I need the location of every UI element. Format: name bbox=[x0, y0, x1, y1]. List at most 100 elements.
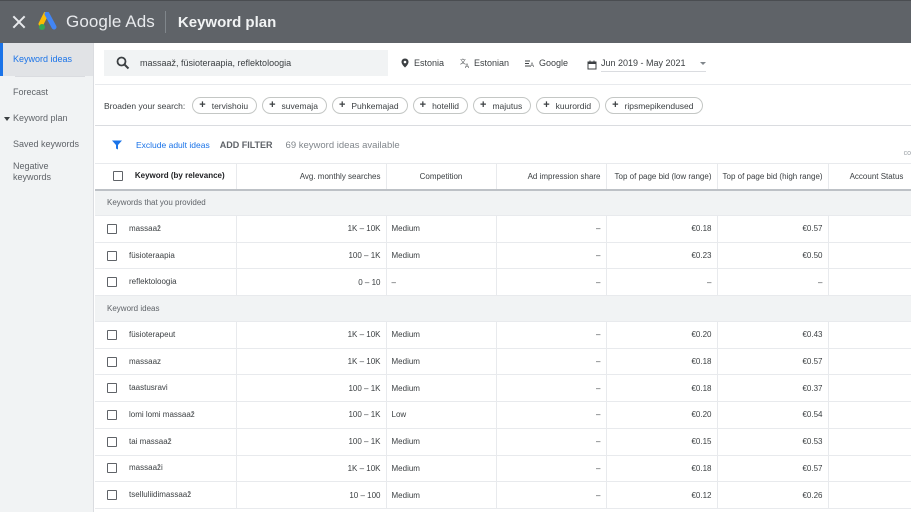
location-selector[interactable]: Estonia bbox=[400, 58, 444, 68]
bid-high-cell: €0.37 bbox=[717, 374, 829, 403]
network-label: Google bbox=[539, 58, 569, 68]
broaden-chip[interactable]: + tervishoiu bbox=[192, 97, 258, 114]
avg-monthly-searches-cell: 1K – 10K bbox=[236, 348, 387, 376]
row-checkbox[interactable] bbox=[107, 463, 117, 474]
table-row[interactable]: füsioteraapia 100 – 1K Medium – €0.23 €0.50 bbox=[95, 242, 911, 270]
row-checkbox[interactable] bbox=[107, 356, 117, 367]
competition-cell: Medium bbox=[386, 428, 497, 456]
bid-high-cell: €0.57 bbox=[717, 455, 829, 483]
keyword-cell: reflektoloogia bbox=[95, 268, 237, 297]
row-checkbox[interactable] bbox=[107, 329, 117, 340]
keyword-text: füsioteraapia bbox=[129, 250, 175, 260]
column-header-bid-high[interactable]: Top of page bid (high range) bbox=[717, 163, 829, 191]
column-header-bid-low[interactable]: Top of page bid (low range) bbox=[606, 163, 718, 191]
keyword-cell: füsioterapeut bbox=[95, 321, 237, 349]
bid-high-cell: €0.57 bbox=[717, 215, 829, 243]
plus-icon: + bbox=[480, 99, 487, 111]
broaden-chip[interactable]: + hotellid bbox=[412, 97, 469, 114]
avg-monthly-searches-cell: 1K – 10K bbox=[236, 321, 387, 349]
broaden-chip[interactable]: + majutus bbox=[473, 97, 532, 114]
table-row[interactable]: tselluliidimassaaž 10 – 100 Medium – €0.12 €0… bbox=[95, 481, 911, 509]
bid-low-cell: €0.18 bbox=[606, 215, 718, 243]
plus-icon: + bbox=[612, 99, 619, 111]
table-row[interactable]: massaaži 1K – 10K Medium – €0.18 €0.57 bbox=[95, 455, 911, 483]
keyword-ideas-count: 69 keyword ideas available bbox=[285, 139, 400, 151]
language-selector[interactable]: 文A Estonian bbox=[460, 58, 509, 68]
ad-impression-share-cell: – bbox=[496, 428, 607, 456]
language-label: Estonian bbox=[474, 58, 510, 68]
broaden-chip[interactable]: + kuurordid bbox=[536, 97, 601, 114]
main-content: massaaž, füsioteraapia, reflektoloogia E… bbox=[95, 43, 911, 512]
select-all-checkbox[interactable] bbox=[112, 171, 123, 182]
account-status-cell bbox=[828, 268, 911, 297]
account-status-cell bbox=[828, 321, 911, 349]
avg-monthly-searches-cell: 100 – 1K bbox=[236, 242, 387, 270]
date-range-selector[interactable]: Jun 2019 - May 2021 bbox=[587, 58, 706, 72]
columns-truncated-label: co bbox=[903, 150, 911, 157]
table-row[interactable]: tai massaaž 100 – 1K Medium – €0.15 €0.53 bbox=[95, 428, 911, 456]
keyword-cell: füsioteraapia bbox=[95, 242, 237, 270]
keyword-text: massaaž bbox=[129, 223, 162, 233]
sidebar-item-label: Keyword plan bbox=[13, 113, 68, 123]
broaden-chip[interactable]: + ripsmepikendused bbox=[605, 97, 703, 114]
broaden-chip[interactable]: + Puhkemajad bbox=[331, 97, 408, 114]
competition-cell: Medium bbox=[386, 374, 497, 403]
account-status-cell bbox=[828, 242, 911, 270]
table-row[interactable]: taastusravi 100 – 1K Medium – €0.18 €0.37 bbox=[95, 374, 911, 403]
svg-text:A: A bbox=[530, 63, 534, 68]
row-checkbox[interactable] bbox=[107, 277, 117, 288]
table-row[interactable]: lomi lomi massaaž 100 – 1K Low – €0.20 €0.54 bbox=[95, 401, 911, 429]
bid-low-cell: €0.12 bbox=[606, 481, 718, 509]
keyword-text: tselluliidimassaaž bbox=[129, 490, 192, 500]
sidebar-item-forecast[interactable]: Forecast bbox=[0, 87, 93, 97]
broaden-chip[interactable]: + suvemaja bbox=[262, 97, 327, 114]
row-checkbox[interactable] bbox=[107, 436, 117, 447]
brand-name: Google Ads bbox=[66, 12, 155, 31]
search-value: massaaž, füsioteraapia, reflektoloogia bbox=[140, 58, 292, 68]
search-network-icon: A bbox=[525, 60, 534, 68]
exclude-adult-ideas-filter[interactable]: Exclude adult ideas bbox=[136, 140, 210, 150]
bid-low-cell: €0.15 bbox=[606, 428, 718, 456]
keyword-search-input[interactable]: massaaž, füsioteraapia, reflektoloogia bbox=[104, 50, 388, 76]
row-checkbox[interactable] bbox=[107, 223, 117, 234]
plus-icon: + bbox=[543, 99, 550, 111]
column-header-competition[interactable]: Competition bbox=[386, 163, 497, 191]
sidebar-item-keyword-ideas[interactable]: Keyword ideas bbox=[0, 43, 93, 76]
add-filter-button[interactable]: ADD FILTER bbox=[220, 140, 273, 150]
row-checkbox[interactable] bbox=[107, 383, 117, 394]
avg-monthly-searches-cell: 0 – 10 bbox=[236, 268, 387, 297]
row-checkbox[interactable] bbox=[107, 250, 117, 261]
filter-icon[interactable] bbox=[112, 140, 122, 150]
avg-monthly-searches-cell: 100 – 1K bbox=[236, 428, 387, 456]
avg-monthly-searches-cell: 10 – 100 bbox=[236, 481, 387, 509]
competition-cell: Medium bbox=[386, 242, 497, 270]
keyword-cell: massaaz bbox=[95, 348, 237, 376]
table-row[interactable]: füsioterapeut 1K – 10K Medium – €0.20 €0.43 bbox=[95, 321, 911, 349]
bid-high-cell: €0.26 bbox=[717, 481, 829, 509]
sidebar-item-saved-keywords[interactable]: Saved keywords bbox=[0, 139, 93, 149]
network-selector[interactable]: A Google bbox=[525, 58, 568, 68]
column-header-account-status[interactable]: Account Status bbox=[828, 163, 911, 191]
row-checkbox[interactable] bbox=[107, 409, 117, 420]
close-icon[interactable] bbox=[12, 15, 26, 29]
sidebar: Keyword ideas Forecast Keyword plan Save… bbox=[0, 43, 94, 512]
table-row[interactable]: reflektoloogia 0 – 10– – – – bbox=[95, 268, 911, 297]
account-status-cell bbox=[828, 428, 911, 456]
dropdown-caret-icon bbox=[699, 62, 706, 66]
row-checkbox[interactable] bbox=[107, 490, 117, 501]
table-row[interactable]: massaaz 1K – 10K Medium – €0.18 €0.57 bbox=[95, 348, 911, 376]
bid-low-cell: €0.20 bbox=[606, 321, 718, 349]
account-status-cell bbox=[828, 215, 911, 243]
plus-icon: + bbox=[269, 99, 276, 111]
table-row[interactable]: massaaž 1K – 10K Medium – €0.18 €0.57 bbox=[95, 215, 911, 243]
bid-low-cell: €0.23 bbox=[606, 242, 718, 270]
column-header-ad-impression-share[interactable]: Ad impression share bbox=[496, 163, 607, 191]
column-header-keyword[interactable]: Keyword (by relevance) bbox=[95, 163, 237, 191]
svg-text:A: A bbox=[465, 64, 469, 68]
account-status-cell bbox=[828, 374, 911, 403]
column-header-avg-monthly-searches[interactable]: Avg. monthly searches bbox=[236, 163, 387, 191]
sidebar-item-negative-keywords[interactable]: Negative keywords bbox=[0, 161, 70, 183]
chip-label: Puhkemajad bbox=[351, 100, 399, 111]
sidebar-item-keyword-plan[interactable]: Keyword plan bbox=[0, 113, 93, 123]
avg-monthly-searches-cell: 1K – 10K bbox=[236, 215, 387, 243]
